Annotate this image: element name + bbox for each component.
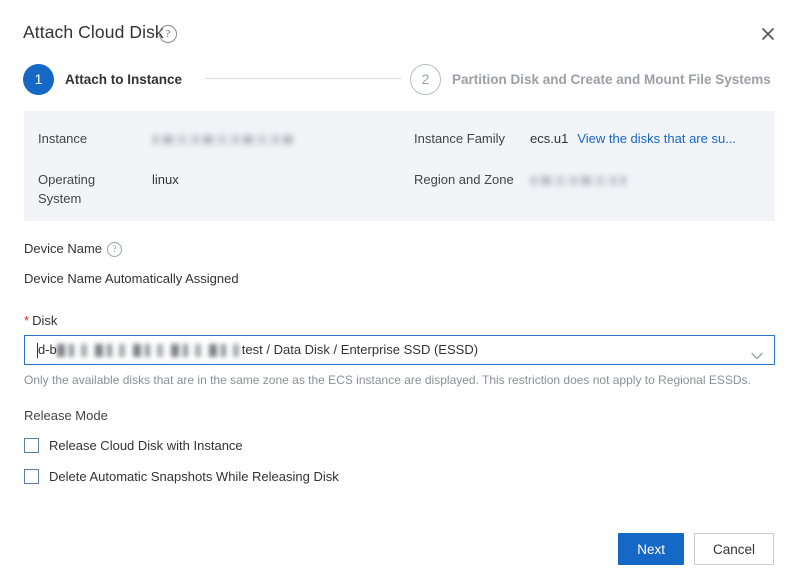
checkbox-label: Delete Automatic Snapshots While Releasi… <box>49 469 339 484</box>
dialog-header: Attach Cloud Disk ? <box>0 0 796 58</box>
step-2-number: 2 <box>410 63 441 95</box>
checkbox-label: Release Cloud Disk with Instance <box>49 438 243 453</box>
device-name-section: Device Name? Device Name Automatically A… <box>24 240 239 286</box>
question-circle-icon[interactable]: ? <box>107 242 123 257</box>
dialog-footer: Next Cancel <box>618 533 774 565</box>
view-supported-disks-link[interactable]: View the disks that are su... <box>577 131 736 146</box>
release-mode-title: Release Mode <box>24 408 108 423</box>
next-button[interactable]: Next <box>618 533 684 565</box>
checkbox-delete-automatic-snapshots[interactable]: Delete Automatic Snapshots While Releasi… <box>24 469 339 484</box>
instance-label: Instance <box>38 131 88 146</box>
region-zone-label: Region and Zone <box>414 172 514 187</box>
step-1-label: Attach to Instance <box>65 71 183 87</box>
instance-info-panel: Instance Operating System linux Instance… <box>24 111 775 221</box>
instance-value-redacted <box>152 132 295 147</box>
chevron-down-icon[interactable] <box>751 347 763 365</box>
operating-system-label: Operating System <box>38 172 96 206</box>
page-title: Attach Cloud Disk <box>23 22 164 42</box>
disk-select-value-prefix: d-b <box>38 342 57 357</box>
disk-section: * Disk d-b test / Data Disk / Enterprise S… <box>24 313 775 387</box>
step-1-number: 1 <box>23 63 54 95</box>
close-icon[interactable] <box>754 20 782 48</box>
disk-label: * Disk <box>24 313 57 328</box>
instance-family-value: ecs.u1 View the disks that are su... <box>530 129 736 148</box>
stepper-connector-line <box>205 78 401 79</box>
step-attach-to-instance[interactable]: 1 Attach to Instance <box>23 62 182 96</box>
disk-hint-text: Only the available disks that are in the… <box>24 373 751 387</box>
checkbox-release-cloud-disk-with-instance[interactable]: Release Cloud Disk with Instance <box>24 438 243 453</box>
disk-select-value-suffix: test / Data Disk / Enterprise SSD (ESSD) <box>241 342 479 357</box>
device-name-label: Device Name <box>24 241 103 256</box>
instance-value <box>152 129 295 148</box>
release-mode-section: Release Mode Release Cloud Disk with Ins… <box>24 408 339 484</box>
region-zone-value <box>530 170 626 189</box>
cancel-button[interactable]: Cancel <box>693 533 774 565</box>
required-marker: * <box>24 313 30 328</box>
disk-label-text: Disk <box>32 313 58 328</box>
region-zone-value-redacted <box>530 173 626 188</box>
instance-family-text: ecs.u1 <box>530 131 569 146</box>
disk-select-value: d-b test / Data Disk / Enterprise SSD (ES… <box>37 336 478 364</box>
step-partition-disk[interactable]: 2 Partition Disk and Create and Mount Fi… <box>410 62 771 96</box>
checkbox-box[interactable] <box>24 438 39 453</box>
disk-select[interactable]: d-b test / Data Disk / Enterprise SSD (ES… <box>24 335 775 365</box>
step-2-label: Partition Disk and Create and Mount File… <box>452 71 771 87</box>
disk-id-redacted <box>56 343 240 357</box>
instance-family-label: Instance Family <box>414 131 506 146</box>
operating-system-value: linux <box>152 172 179 187</box>
stepper: 1 Attach to Instance 2 Partition Disk an… <box>0 62 796 96</box>
question-circle-icon[interactable]: ? <box>159 25 177 43</box>
checkbox-box[interactable] <box>24 469 39 484</box>
device-name-value: Device Name Automatically Assigned <box>24 271 239 286</box>
